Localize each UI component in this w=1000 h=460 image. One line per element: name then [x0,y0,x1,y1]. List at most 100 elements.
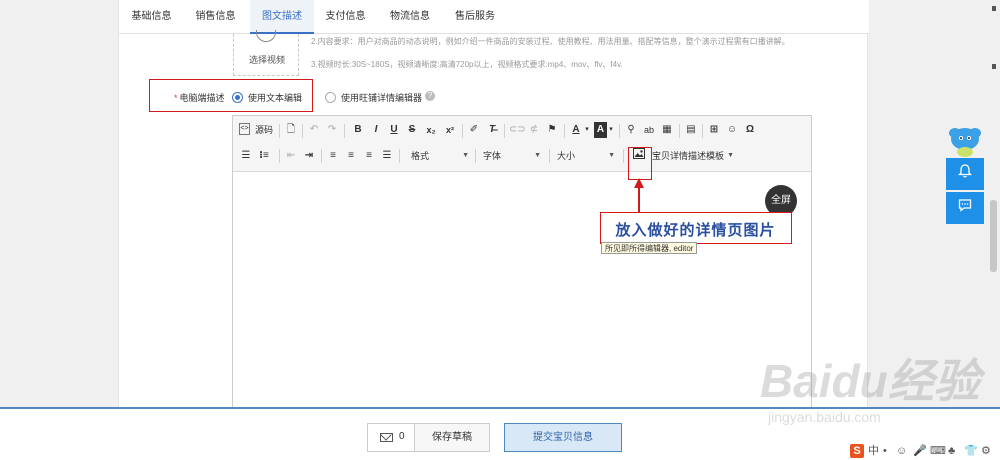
toolbar-divider [475,149,476,163]
radio-wangpu-editor[interactable] [325,92,336,103]
toolbar-divider [623,149,624,163]
ime-chinese-mode[interactable]: 中 [868,444,879,458]
scroll-up-arrow-icon[interactable] [992,6,996,11]
search-icon[interactable]: ⚲ [624,122,638,138]
ime-voice-icon[interactable]: 🎤 [913,444,927,458]
tab-logistics-info[interactable]: 物流信息 [377,0,443,34]
ime-keyboard-icon[interactable]: ⌨ [930,444,946,458]
bullet-list-icon[interactable]: ⁝≡ [257,148,271,164]
tab-sales-info[interactable]: 销售信息 [184,0,247,34]
tab-payment-info[interactable]: 支付信息 [314,0,377,34]
product-edit-panel: 基础信息 销售信息 图文描述 支付信息 物流信息 售后服务 选择视频 2.内容要… [118,0,869,415]
radio-text-editor-label[interactable]: 使用文本编辑 [248,91,302,104]
format-painter-icon[interactable]: ✐ [467,122,481,138]
template-dropdown[interactable]: 宝贝详情描述模板 ▼ [652,148,734,164]
align-right-icon[interactable]: ≡ [362,148,376,164]
editor-toolbar: <> 源码 🗋 ↶ ↷ B I U S x₂ x² ✐ T̶ ⊂⊃ ⊄ ⚑ A … [233,116,811,172]
align-left-icon[interactable]: ≡ [326,148,340,164]
emoji-icon[interactable]: ☺ [725,122,739,138]
text-color-caret-icon[interactable]: ▾ [583,122,591,138]
underline-button[interactable]: U [387,122,401,138]
select-video-label: 选择视频 [248,55,285,65]
pc-description-label-text: 电脑端描述 [179,93,225,103]
anchor-flag-icon[interactable]: ⚑ [545,122,559,138]
tab-basic-info[interactable]: 基础信息 [119,0,184,34]
preview-icon[interactable]: 🗋 [284,122,298,138]
toolbar-divider [549,149,550,163]
chevron-down-icon: ▼ [727,152,734,159]
ime-toolbox-icon[interactable]: ♣ [948,444,955,458]
bg-color-button[interactable]: A [594,122,607,138]
submit-button[interactable]: 提交宝贝信息 [504,423,622,452]
video-requirement-2: 2.内容要求：用户对商品的动态说明，例如介绍一件商品的安装过程、使用教程、用法用… [311,37,790,46]
help-icon[interactable]: ? [425,91,435,101]
tab-description[interactable]: 图文描述 [250,0,314,34]
redo-icon[interactable]: ↷ [325,122,339,138]
notification-bell-button[interactable] [946,158,984,190]
image-button-annotation-box [628,147,652,180]
scrollbar-thumb[interactable] [990,200,997,272]
toolbar-divider [279,149,280,163]
format-dropdown-label: 格式 [411,151,430,161]
toolbar-divider [504,124,505,138]
editor-tooltip: 所见即所得编辑器, editor [601,242,698,254]
undo-icon[interactable]: ↶ [307,122,321,138]
clear-format-button[interactable]: T̶ [485,122,499,138]
size-dropdown[interactable]: 大小 ▼ [557,148,615,164]
bell-icon [957,164,973,178]
radio-wangpu-editor-label[interactable]: 使用旺铺详情编辑器 [341,91,422,104]
toolbar-divider [679,124,680,138]
outdent-icon[interactable]: ⇤ [284,148,298,164]
ime-settings-icon[interactable]: ⚙ [981,444,991,458]
toolbar-divider [279,124,280,138]
font-dropdown[interactable]: 字体 ▼ [483,148,541,164]
save-draft-button[interactable]: 保存草稿 [414,423,490,452]
source-button[interactable]: 源码 [253,122,275,138]
select-all-icon[interactable]: ▦ [660,122,674,138]
replace-icon[interactable]: ab [642,122,656,138]
ime-skin-icon[interactable]: 👕 [964,444,978,458]
pc-description-label: * 电脑端描述 [174,91,225,104]
special-char-button[interactable]: Ω [743,122,757,138]
ime-toolbar: S 中 • ☺ 🎤 ⌨ ♣ 👕 ⚙ [850,443,1000,460]
toolbar-divider [462,124,463,138]
sogou-logo-icon[interactable]: S [850,444,864,458]
align-center-icon[interactable]: ≡ [344,148,358,164]
superscript-button[interactable]: x² [442,122,458,138]
bold-button[interactable]: B [351,122,365,138]
chat-icon [958,199,972,212]
toolbar-divider [321,149,322,163]
radio-text-editor[interactable] [232,92,243,103]
ime-punctuation-icon[interactable]: • [883,444,887,458]
indent-icon[interactable]: ⇥ [302,148,316,164]
unlink-icon[interactable]: ⊄ [527,122,541,138]
numbered-list-icon[interactable]: ☰ [239,148,253,164]
chat-button[interactable] [946,192,984,224]
message-button[interactable]: 0 [367,423,415,452]
select-video-button[interactable]: 选择视频 [233,30,299,76]
link-icon[interactable]: ⊂⊃ [509,122,526,138]
bg-color-caret-icon[interactable]: ▾ [607,122,615,138]
pc-description-annotation-box: * 电脑端描述 使用文本编辑 [149,79,313,112]
scroll-marker [992,64,996,69]
annotation-callout: 放入做好的详情页图片 [600,212,792,244]
subscript-button[interactable]: x₂ [423,122,439,138]
tab-after-sales[interactable]: 售后服务 [443,0,507,34]
toolbar-divider [399,149,400,163]
strikethrough-button[interactable]: S [405,122,419,138]
align-justify-icon[interactable]: ☰ [380,148,394,164]
template-dropdown-label: 宝贝详情描述模板 [652,151,725,161]
message-count: 0 [399,431,405,442]
source-icon: <> [239,123,250,135]
mail-icon [380,433,393,442]
baidu-watermark: Baidu经验 jingyan.baidu.com [760,345,990,445]
watermark-url: jingyan.baidu.com [768,409,881,425]
mascot-icon [949,128,981,157]
format-dropdown[interactable]: 格式 ▼ [411,148,469,164]
text-color-button[interactable]: A [569,122,583,138]
italic-button[interactable]: I [369,122,383,138]
tab-bar: 基础信息 销售信息 图文描述 支付信息 物流信息 售后服务 [119,0,869,34]
page-break-icon[interactable]: ▤ [684,122,698,138]
ime-emoji-icon[interactable]: ☺ [896,444,907,458]
table-icon[interactable]: ⊞ [707,122,721,138]
